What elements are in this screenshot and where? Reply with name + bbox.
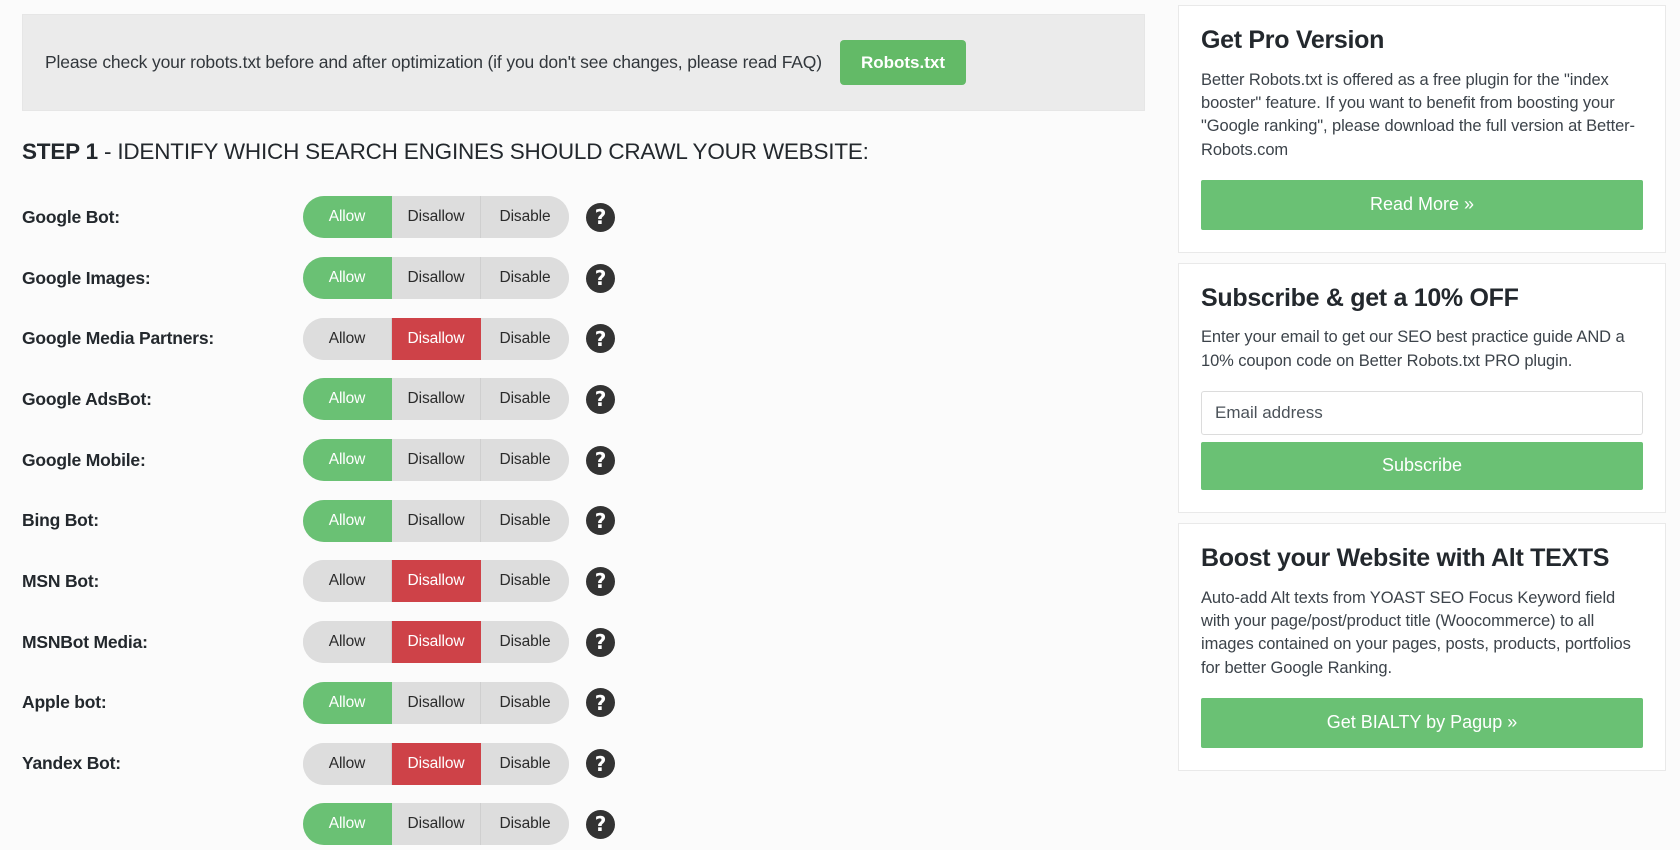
email-field[interactable] <box>1201 391 1643 436</box>
subscribe-button[interactable]: Subscribe <box>1201 442 1643 491</box>
bot-permission-switch: Allow Disallow Disable <box>303 803 569 846</box>
bot-permission-switch: Allow Disallow Disable <box>303 499 569 542</box>
main-content: Please check your robots.txt before and … <box>0 0 1165 850</box>
sidebar: Get Pro Version Better Robots.txt is off… <box>1165 0 1680 850</box>
segment-allow[interactable]: Allow <box>303 560 392 603</box>
bot-label: Google Bot: <box>22 206 120 227</box>
segment-disallow[interactable]: Disallow <box>392 560 481 603</box>
segment-disable[interactable]: Disable <box>481 681 569 724</box>
segment-disallow[interactable]: Disallow <box>392 196 481 239</box>
bot-row: Google Mobile: Allow Disallow Disable? <box>0 430 1165 491</box>
segment-disable[interactable]: Disable <box>481 439 569 482</box>
segment-disallow[interactable]: Disallow <box>392 257 481 300</box>
bot-permission-switch: Allow Disallow Disable <box>303 257 569 300</box>
bot-permission-switch: Allow Disallow Disable <box>303 378 569 421</box>
bot-row: MSNBot Media: Allow Disallow Disable? <box>0 612 1165 673</box>
bot-label: Bing Bot: <box>22 510 99 531</box>
bot-settings-list: Google Bot: Allow Disallow Disable? Google I… <box>0 187 1165 850</box>
segment-disallow[interactable]: Disallow <box>392 317 481 360</box>
card-body: Enter your email to get our SEO best pra… <box>1201 328 1625 370</box>
help-icon[interactable]: ? <box>586 506 615 536</box>
bot-label: MSN Bot: <box>22 570 100 591</box>
segment-allow[interactable]: Allow <box>303 439 392 482</box>
bot-row: Google Bot: Allow Disallow Disable? <box>0 187 1165 248</box>
segment-allow[interactable]: Allow <box>303 742 392 785</box>
segment-disable[interactable]: Disable <box>481 621 569 664</box>
segment-disallow[interactable]: Disallow <box>392 439 481 482</box>
bot-label: Google Images: <box>22 267 151 288</box>
segment-disable[interactable]: Disable <box>481 196 569 239</box>
page-root: Please check your robots.txt before and … <box>0 0 1680 850</box>
bot-row: Apple bot: Allow Disallow Disable? <box>0 673 1165 734</box>
help-icon[interactable]: ? <box>586 202 615 232</box>
help-icon[interactable]: ? <box>586 627 615 657</box>
segment-disable[interactable]: Disable <box>481 499 569 542</box>
bot-permission-switch: Allow Disallow Disable <box>303 560 569 603</box>
robots-txt-button[interactable]: Robots.txt <box>839 40 966 85</box>
notice-text: Please check your robots.txt before and … <box>45 52 822 72</box>
segment-disallow[interactable]: Disallow <box>392 621 481 664</box>
bot-label: Google Mobile: <box>22 449 146 470</box>
bot-row: Bing Bot: Allow Disallow Disable? <box>0 490 1165 551</box>
card-boost-alt-texts: Boost your Website with Alt TEXTS Auto-a… <box>1178 523 1666 772</box>
segment-allow[interactable]: Allow <box>303 378 392 421</box>
bot-label: Apple bot: <box>22 692 107 713</box>
robots-notice-box: Please check your robots.txt before and … <box>22 14 1145 111</box>
get-bialty-button[interactable]: Get BIALTY by Pagup » <box>1201 698 1643 749</box>
card-title: Boost your Website with Alt TEXTS <box>1201 544 1610 573</box>
segment-disallow[interactable]: Disallow <box>392 378 481 421</box>
card-body: Better Robots.txt is offered as a free p… <box>1201 70 1635 159</box>
step-description: - IDENTIFY WHICH SEARCH ENGINES SHOULD C… <box>97 139 869 164</box>
bot-label: MSNBot Media: <box>22 631 148 652</box>
bot-label: Google Media Partners: <box>22 328 215 349</box>
help-icon[interactable]: ? <box>586 749 615 779</box>
bot-row: Yandex Bot: Allow Disallow Disable? <box>0 733 1165 794</box>
segment-disable[interactable]: Disable <box>481 378 569 421</box>
segment-allow[interactable]: Allow <box>303 681 392 724</box>
segment-allow[interactable]: Allow <box>303 257 392 300</box>
bot-label: Google AdsBot: <box>22 388 152 409</box>
bot-permission-switch: Allow Disallow Disable <box>303 317 569 360</box>
card-title: Subscribe & get a 10% OFF <box>1201 283 1519 312</box>
bot-row: Allow Disallow Disable? <box>0 794 1165 850</box>
bot-row: Google AdsBot: Allow Disallow Disable? <box>0 369 1165 430</box>
segment-disable[interactable]: Disable <box>481 803 569 846</box>
help-icon[interactable]: ? <box>586 324 615 354</box>
bot-row: Google Media Partners: Allow Disallow Disab… <box>0 308 1165 369</box>
help-icon[interactable]: ? <box>586 566 615 596</box>
bot-permission-switch: Allow Disallow Disable <box>303 439 569 482</box>
bot-row: MSN Bot: Allow Disallow Disable? <box>0 551 1165 612</box>
segment-disable[interactable]: Disable <box>481 257 569 300</box>
segment-disable[interactable]: Disable <box>481 742 569 785</box>
bot-label: Yandex Bot: <box>22 753 121 774</box>
help-icon[interactable]: ? <box>586 384 615 414</box>
bot-permission-switch: Allow Disallow Disable <box>303 742 569 785</box>
help-icon[interactable]: ? <box>586 688 615 718</box>
page-title: STEP 1 - IDENTIFY WHICH SEARCH ENGINES S… <box>22 139 1165 165</box>
segment-disallow[interactable]: Disallow <box>392 499 481 542</box>
segment-allow[interactable]: Allow <box>303 803 392 846</box>
bot-permission-switch: Allow Disallow Disable <box>303 681 569 724</box>
segment-allow[interactable]: Allow <box>303 499 392 542</box>
segment-disallow[interactable]: Disallow <box>392 742 481 785</box>
segment-disable[interactable]: Disable <box>481 317 569 360</box>
bot-permission-switch: Allow Disallow Disable <box>303 196 569 239</box>
bot-permission-switch: Allow Disallow Disable <box>303 621 569 664</box>
read-more-button[interactable]: Read More » <box>1201 180 1643 230</box>
help-icon[interactable]: ? <box>586 809 615 839</box>
segment-disallow[interactable]: Disallow <box>392 681 481 724</box>
help-icon[interactable]: ? <box>586 445 615 475</box>
segment-allow[interactable]: Allow <box>303 621 392 664</box>
segment-disable[interactable]: Disable <box>481 560 569 603</box>
bot-row: Google Images: Allow Disallow Disable? <box>0 248 1165 309</box>
card-get-pro-version: Get Pro Version Better Robots.txt is off… <box>1178 5 1666 253</box>
segment-allow[interactable]: Allow <box>303 317 392 360</box>
card-body: Auto-add Alt texts from YOAST SEO Focus … <box>1201 588 1631 677</box>
segment-disallow[interactable]: Disallow <box>392 803 481 846</box>
segment-allow[interactable]: Allow <box>303 196 392 239</box>
card-subscribe: Subscribe & get a 10% OFF Enter your ema… <box>1178 262 1666 514</box>
step-number: STEP 1 <box>22 139 98 164</box>
help-icon[interactable]: ? <box>586 263 615 293</box>
card-title: Get Pro Version <box>1201 26 1385 54</box>
